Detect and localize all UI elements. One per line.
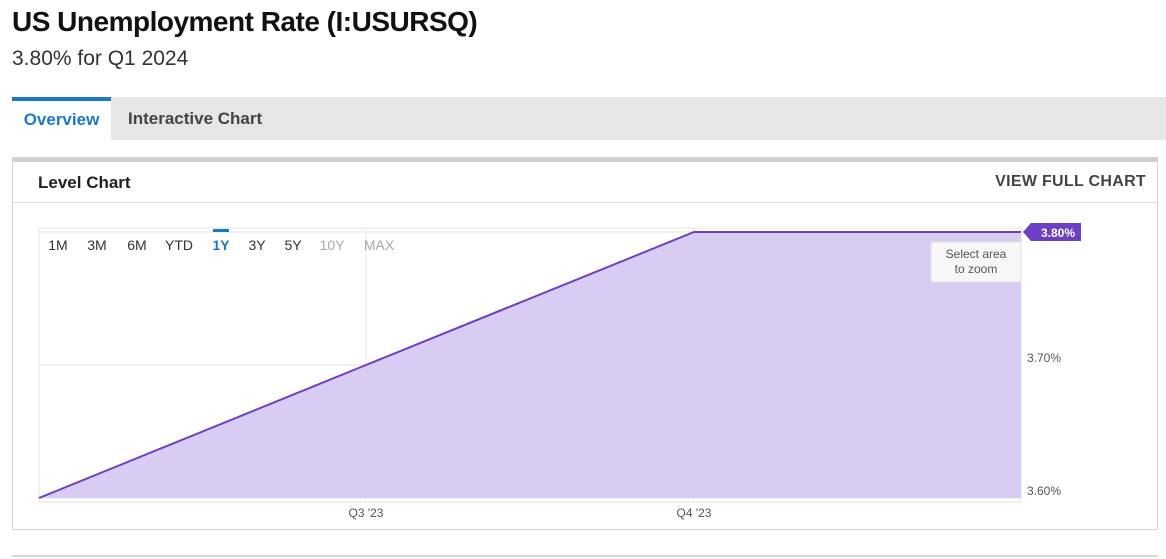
tab-bar: Overview Interactive Chart bbox=[12, 97, 1166, 140]
last-value-label: 3.80% bbox=[1041, 226, 1075, 240]
x-tick-label: Q4 '23 bbox=[677, 506, 712, 520]
range-button-6m[interactable]: 6M bbox=[127, 237, 146, 253]
tab-overview[interactable]: Overview bbox=[12, 97, 111, 140]
y-tick-label: 3.70% bbox=[1027, 351, 1061, 365]
range-button-1m[interactable]: 1M bbox=[48, 237, 67, 253]
x-tick-label: Q3 '23 bbox=[349, 506, 384, 520]
range-button-10y[interactable]: 10Y bbox=[320, 237, 346, 253]
range-button-3y[interactable]: 3Y bbox=[248, 237, 266, 253]
zoom-hint-line1: Select area bbox=[946, 247, 1007, 261]
level-chart[interactable]: 3.60% 3.70% 3.80% Q3 '23 Q4 '23 1M 3M 6M YTD 1Y 3Y… bbox=[13, 162, 1157, 530]
range-active-indicator bbox=[213, 229, 229, 232]
tab-interactive-chart[interactable]: Interactive Chart bbox=[128, 97, 262, 140]
y-tick-label: 3.60% bbox=[1027, 484, 1061, 498]
page-subtitle: 3.80% for Q1 2024 bbox=[12, 47, 189, 70]
range-button-ytd[interactable]: YTD bbox=[165, 237, 193, 253]
zoom-hint-line2: to zoom bbox=[955, 262, 998, 276]
bottom-divider bbox=[12, 555, 1158, 557]
level-chart-panel: Level Chart VIEW FULL CHART 3.60% 3.70% 3.… bbox=[12, 157, 1158, 530]
page-title: US Unemployment Rate (I:USURSQ) bbox=[12, 6, 478, 37]
range-button-5y[interactable]: 5Y bbox=[284, 237, 302, 253]
range-button-1y[interactable]: 1Y bbox=[212, 237, 230, 253]
range-button-max[interactable]: MAX bbox=[364, 237, 395, 253]
range-button-3m[interactable]: 3M bbox=[87, 237, 106, 253]
